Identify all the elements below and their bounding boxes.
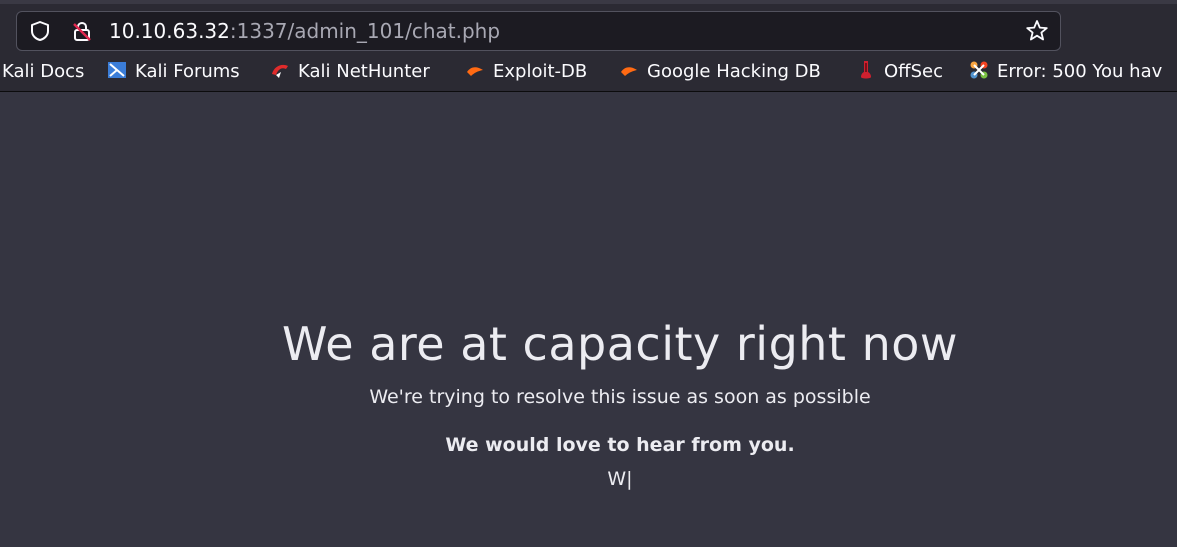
- url-path: :1337/admin_101/chat.php: [229, 19, 501, 43]
- bookmark-kali-docs[interactable]: Kali Docs: [2, 56, 84, 90]
- page-content: We are at capacity right now We're tryin…: [0, 92, 1177, 547]
- tracking-protection-shield-icon[interactable]: [29, 20, 51, 42]
- bookmark-offsec[interactable]: OffSec: [856, 56, 943, 90]
- bookmark-kali-nethunter[interactable]: Kali NetHunter: [270, 56, 430, 90]
- bookmark-label: Kali Forums: [135, 61, 240, 82]
- bookmark-star-icon[interactable]: [1024, 18, 1050, 44]
- feedback-heading: We would love to hear from you.: [445, 434, 795, 456]
- bookmark-label: OffSec: [884, 61, 943, 82]
- bookmark-exploit-db[interactable]: Exploit-DB: [465, 56, 587, 90]
- bookmark-error-500[interactable]: Error: 500 You hav: [969, 56, 1162, 90]
- bookmark-kali-forums[interactable]: Kali Forums: [107, 56, 240, 90]
- url-text[interactable]: 10.10.63.32:1337/admin_101/chat.php: [109, 12, 500, 50]
- url-host: 10.10.63.32: [109, 19, 230, 43]
- bookmark-label: Google Hacking DB: [647, 61, 821, 82]
- bookmarks-toolbar: Kali Docs Kali Forums Kali NetHunter Exp…: [0, 56, 1177, 92]
- bookmark-label: Kali NetHunter: [298, 61, 430, 82]
- joomla-icon: [970, 61, 988, 79]
- address-bar[interactable]: 10.10.63.32:1337/admin_101/chat.php: [16, 11, 1061, 51]
- typing-text: W|: [607, 468, 633, 490]
- insecure-lock-icon[interactable]: [71, 20, 93, 42]
- kali-nethunter-icon: [272, 64, 288, 78]
- bookmark-google-hacking-db[interactable]: Google Hacking DB: [619, 56, 821, 90]
- browser-window: 10.10.63.32:1337/admin_101/chat.php Kali…: [0, 0, 1177, 547]
- page-headline: We are at capacity right now: [281, 317, 958, 371]
- page-subline: We're trying to resolve this issue as so…: [369, 386, 871, 408]
- navigation-toolbar: 10.10.63.32:1337/admin_101/chat.php: [0, 0, 1177, 56]
- exploit-db-icon: [467, 67, 483, 76]
- google-hacking-db-icon: [621, 67, 637, 76]
- bookmark-label: Exploit-DB: [493, 61, 588, 82]
- bookmark-label: Error: 500 You hav: [997, 61, 1163, 82]
- kali-forums-icon: [108, 62, 126, 78]
- offsec-icon: [861, 61, 871, 79]
- bookmark-label: Kali Docs: [2, 61, 85, 82]
